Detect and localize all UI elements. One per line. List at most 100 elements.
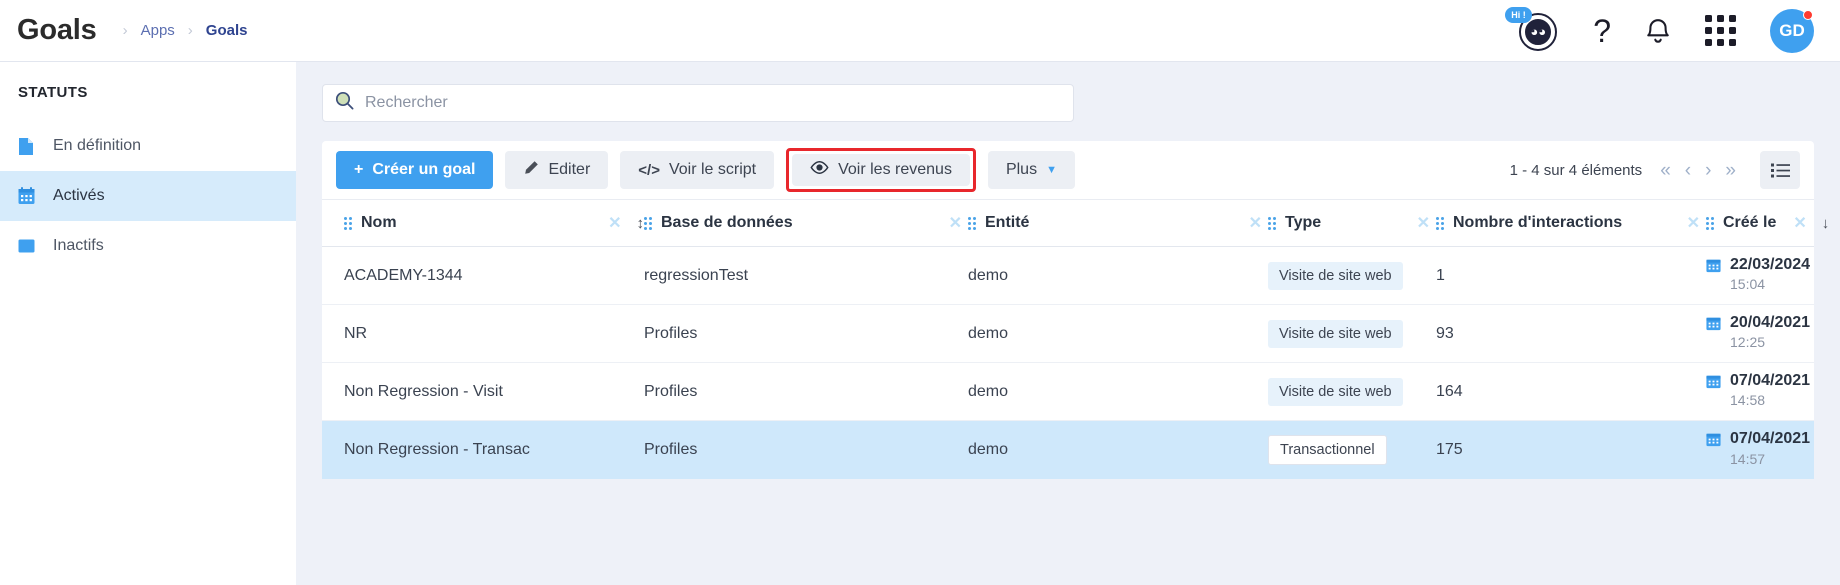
cell-cree-le: 20/04/2021 12:25: [1706, 314, 1814, 353]
type-badge: Transactionnel: [1268, 435, 1387, 465]
sort-desc-icon[interactable]: ↓: [1822, 215, 1830, 232]
cell-base: regressionTest: [644, 266, 749, 284]
drag-handle-icon[interactable]: [1706, 216, 1714, 230]
sidebar-item-label: En définition: [53, 137, 142, 154]
table-row[interactable]: ACADEMY-1344 regressionTest demo Visite …: [322, 247, 1814, 305]
chevron-right-icon: ›: [187, 22, 193, 39]
table-toolbar: + Créer un goal Editer </> Voir le scrip…: [322, 141, 1814, 199]
drag-handle-icon[interactable]: [1436, 216, 1444, 230]
remove-column-icon[interactable]: ✕: [1687, 213, 1700, 233]
column-header-base-de-donnees[interactable]: Base de données ✕: [644, 213, 968, 233]
cell-date: 07/04/2021: [1730, 371, 1811, 389]
calendar-icon: [1706, 316, 1721, 336]
grid-dot: [1729, 27, 1736, 34]
remove-column-icon[interactable]: ✕: [1249, 213, 1262, 233]
view-script-button[interactable]: </> Voir le script: [620, 151, 775, 189]
cell-cree-le: 07/04/2021 14:57: [1706, 430, 1814, 469]
cell-entite: demo: [968, 441, 1009, 458]
cell-interactions: 93: [1436, 324, 1454, 342]
column-header-nombre-interactions[interactable]: Nombre d'interactions ✕: [1436, 213, 1706, 233]
column-label: Entité: [985, 214, 1030, 231]
avatar-notification-dot: [1803, 9, 1813, 20]
remove-column-icon[interactable]: ✕: [1417, 213, 1430, 233]
search-input[interactable]: [365, 94, 1061, 112]
list-view-toggle-button[interactable]: [1760, 151, 1800, 189]
first-page-button[interactable]: «: [1660, 161, 1671, 180]
grid-dot: [1705, 39, 1712, 46]
last-page-button[interactable]: »: [1725, 161, 1736, 180]
view-revenue-button[interactable]: Voir les revenus: [792, 154, 970, 186]
square-icon: [18, 236, 36, 256]
grid-dot: [1717, 15, 1724, 22]
view-revenue-label: Voir les revenus: [838, 161, 952, 178]
avatar[interactable]: GD: [1770, 8, 1814, 53]
plus-icon: +: [354, 161, 364, 178]
pagination-arrows: « ‹ › »: [1660, 161, 1736, 180]
search-bar[interactable]: [322, 84, 1074, 122]
column-label: Base de données: [661, 214, 793, 231]
remove-column-icon[interactable]: ✕: [608, 213, 621, 233]
assistant-bot-face: ◕◕: [1530, 24, 1547, 39]
sidebar-item-label: Inactifs: [53, 237, 104, 254]
drag-handle-icon[interactable]: [344, 216, 352, 230]
breadcrumb-item-apps[interactable]: Apps: [141, 22, 175, 39]
pagination-count: 1 - 4 sur 4 éléments: [1509, 161, 1643, 179]
edit-button[interactable]: Editer: [505, 151, 609, 189]
assistant-bot-icon[interactable]: Hi ! ◕◕: [1505, 6, 1559, 53]
view-script-label: Voir le script: [668, 161, 757, 178]
assistant-bot-inner: ◕◕: [1525, 18, 1552, 45]
chevron-down-icon: ▼: [1046, 164, 1057, 176]
cell-base: Profiles: [644, 382, 698, 400]
more-button[interactable]: Plus ▼: [987, 151, 1075, 189]
drag-handle-icon[interactable]: [968, 216, 976, 230]
eye-icon: [810, 161, 829, 179]
create-goal-label: Créer un goal: [372, 161, 476, 178]
cell-type: Visite de site web: [1268, 319, 1436, 348]
column-header-type[interactable]: Type ✕: [1268, 213, 1436, 233]
apps-grid-icon[interactable]: [1705, 15, 1736, 46]
help-icon[interactable]: ?: [1593, 15, 1611, 47]
sidebar-item-inactifs[interactable]: Inactifs: [0, 221, 296, 271]
type-badge: Visite de site web: [1268, 319, 1403, 348]
grid-dot: [1705, 27, 1712, 34]
cell-cree-le: 07/04/2021 14:58: [1706, 372, 1814, 411]
sidebar-item-actives[interactable]: Activés: [0, 171, 296, 221]
sidebar-item-en-definition[interactable]: En définition: [0, 121, 296, 171]
notifications-icon[interactable]: [1645, 16, 1671, 46]
type-badge: Visite de site web: [1268, 377, 1403, 406]
code-icon: </>: [638, 161, 660, 179]
main-content: + Créer un goal Editer </> Voir le scrip…: [296, 62, 1840, 585]
table-row[interactable]: NR Profiles demo Visite de site web 93 2…: [322, 305, 1814, 363]
column-header-cree-le[interactable]: Créé le ✕ ↓: [1706, 213, 1840, 233]
question-mark-glyph: ?: [1593, 12, 1611, 49]
table-row[interactable]: Non Regression - Transac Profiles demo T…: [322, 421, 1814, 479]
cell-date: 07/04/2021: [1730, 430, 1811, 448]
remove-column-icon[interactable]: ✕: [949, 213, 962, 233]
table-row[interactable]: Non Regression - Visit Profiles demo Vis…: [322, 363, 1814, 421]
next-page-button[interactable]: ›: [1705, 161, 1711, 180]
cell-nom: NR: [344, 324, 368, 342]
cell-time: 14:57: [1730, 450, 1766, 467]
cell-entite: demo: [968, 266, 1009, 284]
drag-handle-icon[interactable]: [1268, 216, 1276, 230]
page-title: Goals: [17, 14, 97, 46]
cell-base: Profiles: [644, 324, 698, 342]
remove-column-icon[interactable]: ✕: [1793, 213, 1806, 233]
assistant-greeting-badge: Hi !: [1505, 6, 1532, 23]
column-header-entite[interactable]: Entité ✕: [968, 213, 1268, 233]
cell-type: Transactionnel: [1268, 435, 1436, 465]
grid-dot: [1729, 15, 1736, 22]
column-header-nom[interactable]: Nom ✕ ↕: [332, 213, 644, 233]
cell-interactions: 175: [1436, 441, 1463, 458]
drag-handle-icon[interactable]: [644, 216, 652, 230]
search-icon: [335, 91, 354, 115]
breadcrumb-item-goals[interactable]: Goals: [206, 22, 248, 39]
chevron-right-icon: ›: [122, 22, 128, 39]
sidebar-item-label: Activés: [53, 187, 105, 204]
prev-page-button[interactable]: ‹: [1685, 161, 1691, 180]
table-header-row: Nom ✕ ↕ Base de données ✕ Entité ✕ Type …: [322, 199, 1829, 247]
column-label: Nombre d'interactions: [1453, 214, 1623, 231]
cell-interactions: 164: [1436, 382, 1463, 400]
create-goal-button[interactable]: + Créer un goal: [336, 151, 494, 189]
sort-toggle-icon[interactable]: ↕: [637, 215, 645, 232]
